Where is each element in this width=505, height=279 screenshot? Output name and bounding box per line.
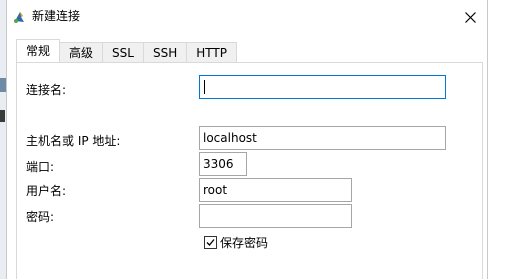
tab-ssh[interactable]: SSH [142,42,188,62]
host-label: 主机名或 IP 地址: [26,134,121,148]
background-window-right [485,0,505,279]
screen: 新建连接 常规 高级 SSL SSH HTTP 连接名: 主机名或 IP 地址:… [0,0,505,279]
title-bar: 新建连接 [7,0,487,32]
close-button[interactable] [457,6,483,28]
background-window-text [0,110,5,122]
connection-name-label: 连接名: [26,83,67,97]
password-label: 密码: [26,210,55,224]
host-input[interactable]: localhost [199,126,446,150]
port-input[interactable]: 3306 [199,152,247,176]
username-input[interactable]: root [199,178,352,202]
save-password-checkbox[interactable] [204,236,217,249]
connection-name-input[interactable] [199,75,446,99]
tab-general[interactable]: 常规 [16,39,61,62]
dolphin-connection-icon [12,9,28,25]
save-password-option[interactable]: 保存密码 [204,234,268,251]
tab-ssl[interactable]: SSL [102,42,144,62]
dialog-title: 新建连接 [32,9,81,23]
background-window-top [486,0,505,40]
tab-http[interactable]: HTTP [186,42,237,62]
text-caret [204,80,205,94]
password-input[interactable] [199,204,352,228]
tab-strip: 常规 高级 SSL SSH HTTP [16,39,237,62]
save-password-label: 保存密码 [220,236,269,250]
checkmark-icon [206,239,215,246]
close-icon [464,11,476,23]
new-connection-dialog: 新建连接 常规 高级 SSL SSH HTTP 连接名: 主机名或 IP 地址:… [6,0,488,279]
username-label: 用户名: [26,184,67,198]
tab-advanced[interactable]: 高级 [59,42,104,62]
port-label: 端口: [26,160,55,174]
